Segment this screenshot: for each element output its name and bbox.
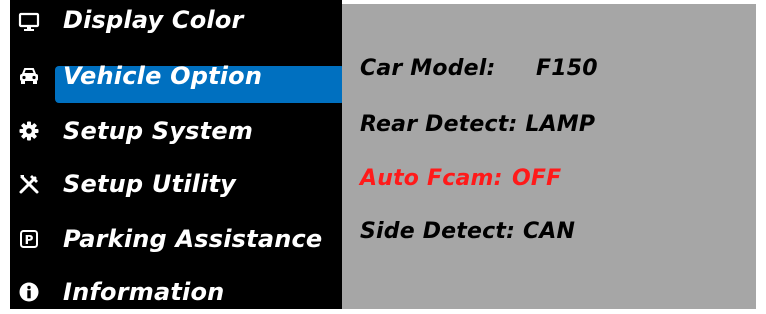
monitor-icon — [18, 12, 40, 31]
option-value: LAMP — [525, 112, 596, 137]
menu-item-setup-utility[interactable]: Setup Utility — [10, 162, 342, 206]
menu-item-label: Vehicle Option — [63, 62, 263, 90]
option-value: F150 — [536, 56, 598, 81]
car-icon — [20, 68, 38, 84]
option-side-detect[interactable]: Side Detect: CAN — [360, 219, 575, 244]
gear-icon — [19, 121, 39, 141]
svg-text:P: P — [25, 233, 34, 247]
settings-screen: Display Color Vehicle Option Setup Syste… — [0, 0, 766, 309]
menu-item-information[interactable]: Information — [10, 270, 342, 314]
menu-item-parking-assistance[interactable]: P Parking Assistance — [10, 217, 342, 261]
option-key: Car Model: — [360, 56, 496, 81]
menu-item-vehicle-option[interactable]: Vehicle Option — [10, 54, 342, 98]
option-key: Rear Detect: — [360, 112, 518, 137]
option-value: CAN — [522, 219, 576, 244]
option-value: OFF — [512, 166, 562, 191]
options-panel: Car Model: F150 Rear Detect: LAMP Auto Fc… — [342, 4, 756, 309]
option-key: Side Detect: — [360, 219, 516, 244]
menu-item-label: Setup Utility — [63, 170, 237, 198]
menu-item-setup-system[interactable]: Setup System — [10, 109, 342, 153]
menu-item-display-color[interactable]: Display Color — [10, 0, 342, 44]
settings-menu: Display Color Vehicle Option Setup Syste… — [10, 0, 345, 309]
info-icon — [19, 282, 39, 302]
menu-item-label: Parking Assistance — [63, 225, 323, 253]
menu-item-label: Setup System — [63, 117, 254, 145]
tools-icon — [19, 175, 39, 194]
parking-icon: P — [20, 230, 38, 248]
option-auto-fcam[interactable]: Auto Fcam: OFF — [360, 166, 561, 191]
option-key: Auto Fcam: — [360, 166, 503, 191]
option-rear-detect[interactable]: Rear Detect: LAMP — [360, 112, 595, 137]
menu-item-label: Information — [63, 278, 225, 306]
option-car-model[interactable]: Car Model: F150 — [360, 56, 598, 81]
menu-item-label: Display Color — [63, 6, 244, 34]
